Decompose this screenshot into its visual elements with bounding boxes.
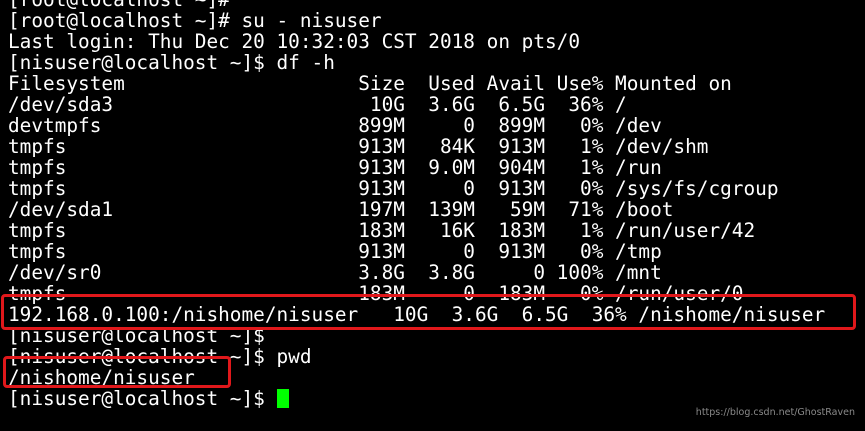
watermark: https://blog.csdn.net/GhostRaven: [695, 407, 855, 418]
df-row-tmpfs-cgroup: tmpfs 913M 0 913M 0% /sys/fs/cgroup: [8, 177, 779, 200]
df-row-sda3: /dev/sda3 10G 3.6G 6.5G 36% /: [8, 93, 627, 116]
df-row-sr0: /dev/sr0 3.8G 3.8G 0 100% /mnt: [8, 261, 662, 284]
df-header-row: Filesystem Size Used Avail Use% Mounted …: [8, 72, 732, 95]
terminal-line-su-command: [root@localhost ~]# su - nisuser: [8, 9, 382, 32]
df-row-sda1: /dev/sda1 197M 139M 59M 71% /boot: [8, 198, 674, 221]
terminal-current-prompt[interactable]: [nisuser@localhost ~]$: [8, 388, 865, 409]
df-row-tmpfs-user42: tmpfs 183M 16K 183M 1% /run/user/42: [8, 219, 756, 242]
prompt-text: [nisuser@localhost ~]$: [8, 387, 277, 410]
df-row-tmpfs-tmp: tmpfs 913M 0 913M 0% /tmp: [8, 240, 662, 263]
text-cursor: [276, 389, 289, 408]
df-row-tmpfs-run: tmpfs 913M 9.0M 904M 1% /run: [8, 156, 662, 179]
highlight-box-pwd-output: [3, 356, 231, 388]
highlight-box-nfs-mount: [1, 294, 856, 330]
terminal-output[interactable]: [root@localhost ~]# [root@localhost ~]# …: [8, 0, 865, 409]
terminal-line-last-login: Last login: Thu Dec 20 10:32:03 CST 2018…: [8, 30, 581, 53]
df-row-devtmpfs: devtmpfs 899M 0 899M 0% /dev: [8, 114, 662, 137]
terminal-line-df-command: [nisuser@localhost ~]$ df -h: [8, 51, 335, 74]
df-row-tmpfs-shm: tmpfs 913M 84K 913M 1% /dev/shm: [8, 135, 709, 158]
